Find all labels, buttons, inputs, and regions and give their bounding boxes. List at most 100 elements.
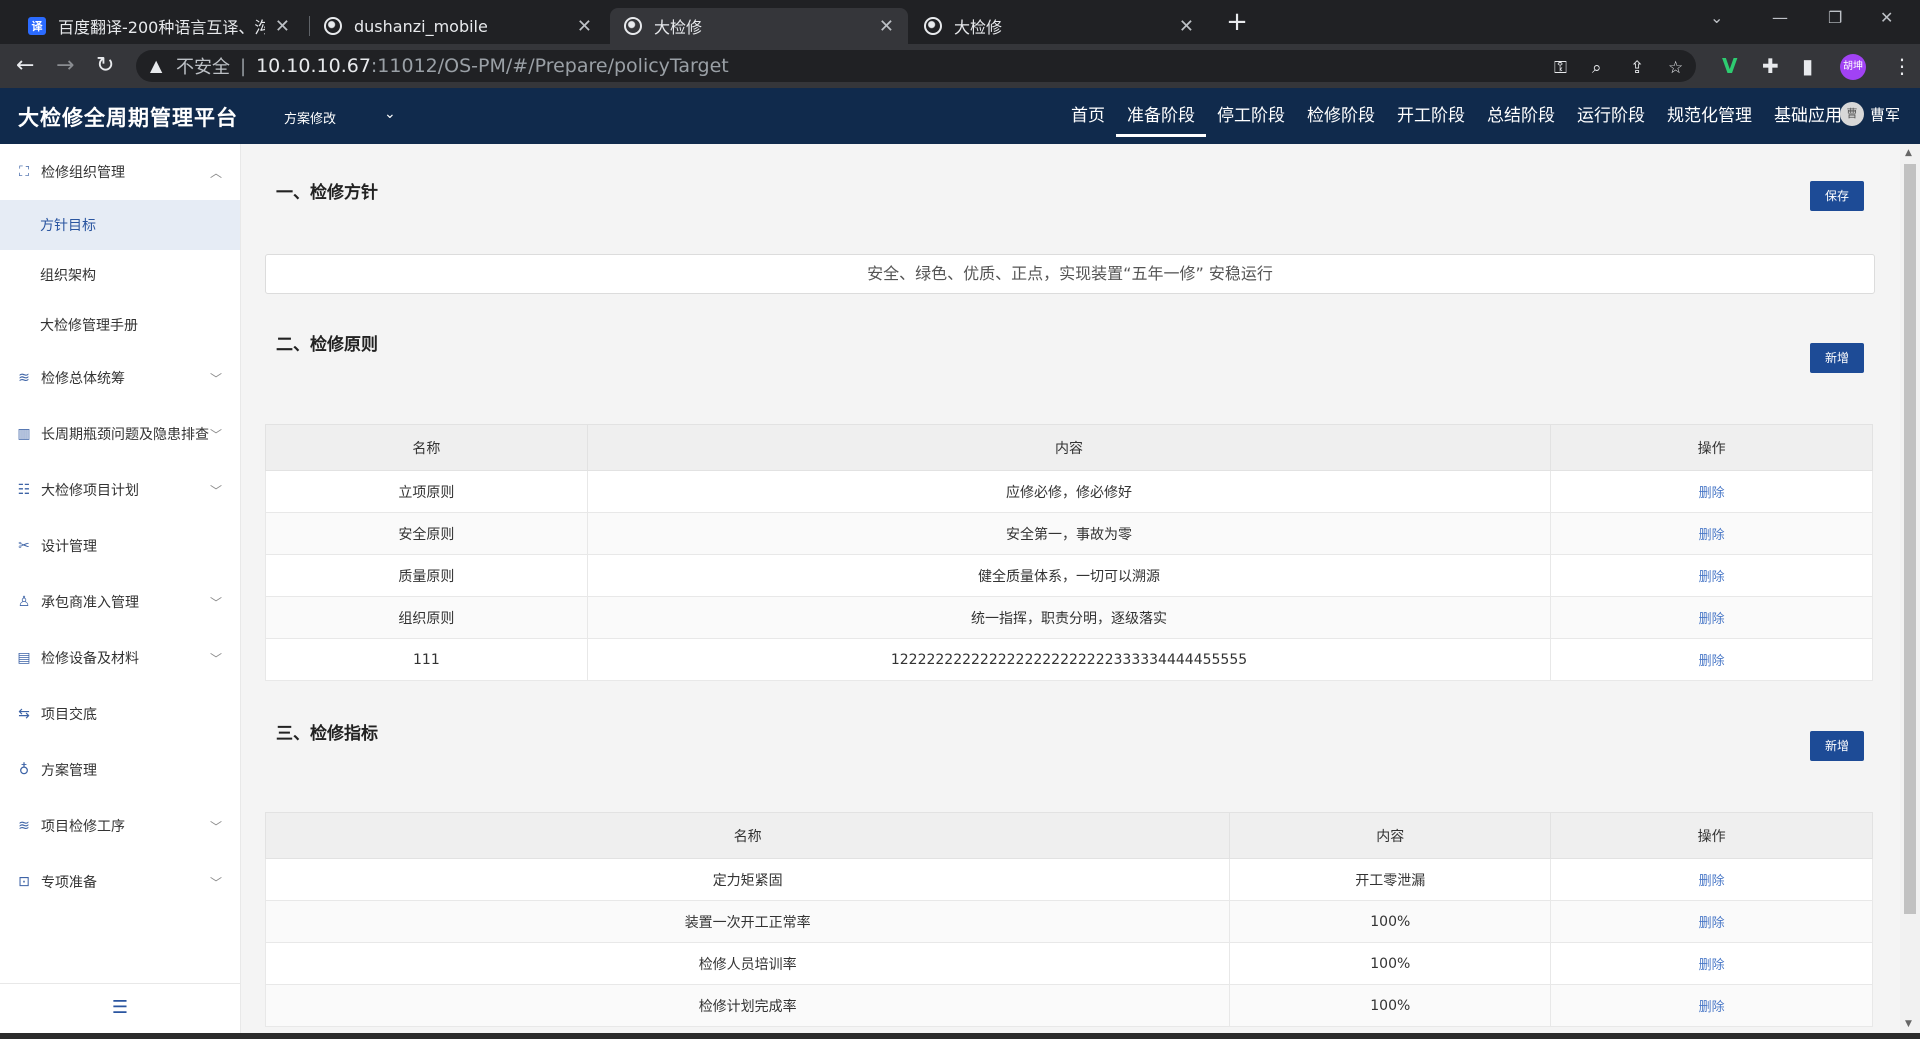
sidebar-item-label: 承包商准入管理 [41,595,139,611]
url-host: 10.10.10.67 [256,55,371,77]
globe-icon [924,17,942,35]
nav-home[interactable]: 首页 [1060,88,1116,144]
back-icon[interactable]: ← [16,54,34,78]
cell-content: 应修必修，修必修好 [586,470,1552,513]
sidebar-item-label: 长周期瓶颈问题及隐患排查 [41,427,209,443]
sidebar-item-contractor[interactable]: ♙ 承包商准入管理 ﹀ [0,574,240,630]
vue-devtools-icon[interactable]: V [1722,54,1737,78]
delete-link[interactable]: 删除 [1699,874,1725,889]
browser-tab[interactable]: 译 百度翻译-200种语言互译、沟通 ✕ [14,8,304,44]
nav-summary[interactable]: 总结阶段 [1476,88,1566,144]
nav-startup[interactable]: 开工阶段 [1386,88,1476,144]
table-row: 质量原则 健全质量体系，一切可以溯源 删除 [265,554,1873,597]
nav-operation[interactable]: 运行阶段 [1566,88,1656,144]
globe-icon [624,17,642,35]
top-nav: 首页 准备阶段 停工阶段 检修阶段 开工阶段 总结阶段 运行阶段 规范化管理 基… [1060,88,1853,144]
sidebar-item-handover[interactable]: ⇆ 项目交底 [0,686,240,742]
sidebar-item-design[interactable]: ✂ 设计管理 [0,518,240,574]
delete-link[interactable]: 删除 [1699,528,1725,543]
add-principle-button[interactable]: 新增 [1810,343,1864,373]
scroll-up-icon[interactable]: ▲ [1905,148,1912,158]
extensions-icon[interactable]: ✚ [1762,54,1779,78]
delete-link[interactable]: 删除 [1699,612,1725,627]
save-button[interactable]: 保存 [1810,181,1864,211]
cell-name: 检修计划完成率 [264,984,1231,1027]
sidebar-item-bottleneck[interactable]: ▥ 长周期瓶颈问题及隐患排查 ﹀ [0,406,240,462]
close-icon[interactable]: ✕ [577,16,592,37]
minimize-icon[interactable]: — [1772,8,1788,27]
collapse-menu-icon[interactable]: ☰ [0,983,240,1033]
close-icon[interactable]: ✕ [1179,16,1194,37]
reload-icon[interactable]: ↻ [96,54,114,78]
chevron-down-icon: ﹀ [210,651,223,666]
cell-content: 100% [1229,984,1552,1027]
menu-icon[interactable]: ⋮ [1892,54,1912,78]
close-icon[interactable]: ✕ [879,16,894,37]
restore-icon[interactable]: ❐ [1828,8,1842,27]
nav-prepare[interactable]: 准备阶段 [1116,88,1206,144]
delete-link[interactable]: 删除 [1699,654,1725,669]
table-row: 111 122222222222222222222222233333444445… [265,638,1873,681]
chart-icon: ▥ [17,426,31,442]
browser-tab[interactable]: 大检修 ✕ [910,8,1208,44]
section-title-policy: 一、检修方针 [276,183,378,203]
key-icon[interactable]: ⚿ [1554,58,1567,78]
policy-text-field[interactable]: 安全、绿色、优质、正点，实现装置“五年一修” 安稳运行 [265,254,1875,294]
tab-title: 大检修 [654,18,703,37]
nav-standard[interactable]: 规范化管理 [1656,88,1763,144]
new-tab-button[interactable]: + [1222,8,1252,38]
sidebar-item-label: 检修组织管理 [41,165,125,181]
sidebar-subitem-manual[interactable]: 大检修管理手册 [0,300,240,350]
scrollbar-thumb[interactable] [1904,164,1916,914]
delete-link[interactable]: 删除 [1699,486,1725,501]
sidebar-item-special-prep[interactable]: ⊡ 专项准备 ﹀ [0,854,240,910]
cell-content: 100% [1229,900,1552,943]
user-menu[interactable]: 曹 曹军 [1840,102,1900,126]
nav-shutdown[interactable]: 停工阶段 [1206,88,1296,144]
sidebar-subitem-policy-target[interactable]: 方针目标 [0,200,240,250]
sidebar-item-org-management[interactable]: ⛶ 检修组织管理 ︿ [0,144,240,200]
bookmark-star-icon[interactable]: ☆ [1668,58,1683,78]
security-label[interactable]: 不安全 [176,53,230,79]
sidebar-item-overall-planning[interactable]: ≋ 检修总体统筹 ﹀ [0,350,240,406]
indicators-table: 名称 内容 操作 定力矩紧固 开工零泄漏 删除 装置一次开工正常率 100% 删… [264,812,1873,1027]
share-icon[interactable]: ⇪ [1630,58,1644,78]
delete-link[interactable]: 删除 [1699,1000,1725,1015]
sidebar-subitem-org-structure[interactable]: 组织架构 [0,250,240,300]
sidebar-item-label: 项目交底 [41,707,97,723]
forward-icon[interactable]: → [56,54,74,78]
chevron-up-icon: ︿ [210,165,223,180]
tab-title: 百度翻译-200种语言互译、沟通 [58,18,265,37]
cell-content: 安全第一，事故为零 [586,512,1552,555]
plan-select[interactable]: 方案修改 ⌄ [284,106,404,127]
tab-title: dushanzi_mobile [354,16,488,36]
sidebar-item-plan-management[interactable]: ♁ 方案管理 [0,742,240,798]
chevron-down-icon: ﹀ [210,371,223,386]
cell-name: 检修人员培训率 [264,942,1231,985]
side-panel-icon[interactable]: ▮ [1802,54,1813,78]
delete-link[interactable]: 删除 [1699,916,1725,931]
os-taskbar [0,1033,1920,1039]
profile-avatar[interactable]: 胡坤 [1840,54,1866,80]
window-close-icon[interactable]: ✕ [1880,8,1893,27]
add-indicator-button[interactable]: 新增 [1810,731,1864,761]
brand-title: 大检修全周期管理平台 [18,106,238,130]
cell-name: 质量原则 [265,554,588,597]
zoom-icon[interactable]: ⌕ [1592,58,1602,78]
chevron-down-icon: ﹀ [210,875,223,890]
browser-tab-active[interactable]: 大检修 ✕ [610,8,908,44]
browser-tab[interactable]: dushanzi_mobile ✕ [310,8,606,44]
close-icon[interactable]: ✕ [275,16,290,37]
nav-maintenance[interactable]: 检修阶段 [1296,88,1386,144]
scroll-down-icon[interactable]: ▼ [1905,1019,1912,1029]
delete-link[interactable]: 删除 [1699,570,1725,585]
warning-icon[interactable]: ▲ [150,56,162,75]
sidebar-item-project-plan[interactable]: ☷ 大检修项目计划 ﹀ [0,462,240,518]
page-scrollbar[interactable]: ▲ ▼ [1900,144,1920,1033]
tab-search-icon[interactable]: ⌄ [1710,8,1723,27]
sidebar-item-equipment[interactable]: ▤ 检修设备及材料 ﹀ [0,630,240,686]
table-row: 安全原则 安全第一，事故为零 删除 [265,512,1873,555]
address-bar[interactable]: ▲ 不安全 | 10.10.10.67 :11012/OS-PM/#/Prepa… [136,50,1696,82]
delete-link[interactable]: 删除 [1699,958,1725,973]
sidebar-item-procedure[interactable]: ≋ 项目检修工序 ﹀ [0,798,240,854]
